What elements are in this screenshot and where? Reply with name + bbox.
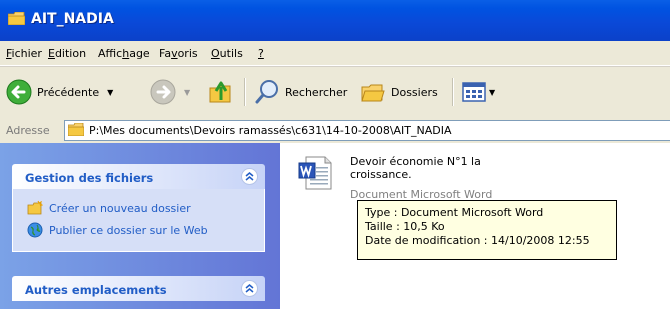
menu-bar: Fichier Edition Affichage Favoris Outils…: [0, 41, 670, 66]
search-label: Rechercher: [285, 85, 348, 99]
other-places-panel: Autres emplacements: [12, 276, 265, 301]
file-tooltip: Type : Document Microsoft Word Taille : …: [357, 200, 617, 260]
menu-affichage[interactable]: Affichage: [98, 47, 150, 60]
word-document-icon: [298, 156, 332, 190]
search-icon: [255, 80, 278, 104]
menu-edition[interactable]: Edition: [48, 47, 86, 60]
forward-dropdown-icon[interactable]: ▼: [184, 88, 190, 97]
address-label: Adresse: [6, 124, 50, 137]
forward-button[interactable]: ▼: [150, 77, 190, 107]
publish-web-icon: [27, 222, 43, 238]
tooltip-size: Taille : 10,5 Ko: [365, 220, 445, 233]
folders-button[interactable]: Dossiers: [360, 77, 438, 107]
menu-outils[interactable]: Outils: [211, 47, 243, 60]
folder-icon: [68, 123, 84, 136]
toolbar: Précédente ▼ ▼ Rechercher Dossiers ▼: [0, 66, 670, 118]
title-bar[interactable]: AIT_NADIA: [0, 0, 670, 41]
chevron-up-icon: [245, 172, 254, 181]
folders-icon: [361, 84, 385, 102]
search-button[interactable]: Rechercher: [254, 77, 347, 107]
views-dropdown-icon[interactable]: ▼: [489, 88, 495, 97]
other-places-header[interactable]: Autres emplacements: [12, 276, 265, 301]
back-label: Précédente: [37, 85, 100, 99]
folders-label: Dossiers: [391, 85, 438, 99]
task-new-folder[interactable]: Créer un nouveau dossier: [13, 197, 264, 219]
toolbar-separator: [452, 78, 454, 106]
collapse-button[interactable]: [241, 280, 258, 297]
file-name-line1: Devoir économie N°1 la: [350, 155, 481, 168]
file-tasks-body: Créer un nouveau dossier Publier ce doss…: [12, 189, 265, 252]
up-folder-icon: [209, 81, 231, 103]
other-places-title: Autres emplacements: [25, 283, 167, 297]
menu-fichier[interactable]: Fichier: [6, 47, 42, 60]
new-folder-icon: [27, 200, 43, 215]
file-tasks-header[interactable]: Gestion des fichiers: [12, 164, 265, 189]
views-icon: [462, 82, 486, 102]
window-title: AIT_NADIA: [31, 11, 114, 27]
forward-arrow-icon: [150, 79, 176, 105]
tooltip-modified: Date de modification : 14/10/2008 12:55: [365, 234, 590, 247]
file-name: Devoir économie N°1 la croissance.: [350, 155, 530, 181]
file-name-line2: croissance.: [350, 168, 412, 181]
menu-favoris[interactable]: Favoris: [159, 47, 198, 60]
toolbar-separator: [244, 78, 246, 106]
task-publish-web[interactable]: Publier ce dossier sur le Web: [13, 219, 264, 241]
address-path: P:\Mes documents\Devoirs ramassés\c631\1…: [89, 124, 452, 137]
task-pane: Gestion des fichiers Créer un nouveau do…: [0, 143, 280, 309]
file-tasks-panel: Gestion des fichiers Créer un nouveau do…: [12, 164, 265, 252]
up-folder-button[interactable]: [208, 77, 234, 107]
views-button[interactable]: ▼: [462, 77, 495, 107]
folder-icon: [8, 12, 25, 25]
address-bar: Adresse P:\Mes documents\Devoirs ramassé…: [0, 117, 670, 144]
back-button[interactable]: Précédente ▼: [6, 77, 113, 107]
tooltip-type: Type : Document Microsoft Word: [365, 206, 544, 219]
address-field[interactable]: P:\Mes documents\Devoirs ramassés\c631\1…: [64, 120, 670, 141]
menu-help[interactable]: ?: [258, 47, 264, 60]
back-arrow-icon: [6, 79, 32, 105]
task-publish-web-label: Publier ce dossier sur le Web: [49, 223, 208, 237]
chevron-up-icon: [245, 284, 254, 293]
collapse-button[interactable]: [241, 168, 258, 185]
back-dropdown-icon[interactable]: ▼: [107, 88, 113, 97]
task-new-folder-label: Créer un nouveau dossier: [49, 201, 191, 215]
file-tasks-title: Gestion des fichiers: [25, 171, 154, 185]
